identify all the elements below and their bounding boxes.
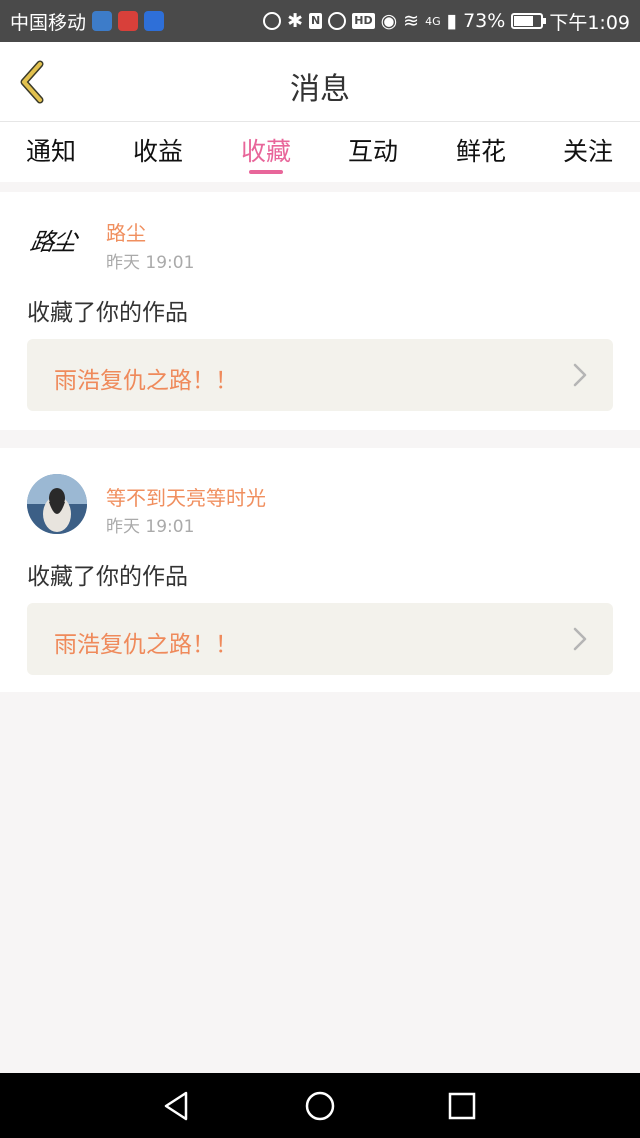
clock: 下午1:09 [549, 11, 630, 34]
back-triangle-icon[interactable] [160, 1089, 194, 1123]
avatar-photo [27, 474, 87, 534]
data-saver-icon [263, 12, 282, 30]
timestamp: 昨天 19:01 [106, 517, 195, 537]
page-title: 消息 [290, 72, 350, 107]
work-link[interactable]: 雨浩复仇之路！！ [27, 339, 613, 411]
avatar[interactable] [27, 474, 87, 534]
tab-follow[interactable]: 关注 [558, 132, 618, 168]
chevron-right-icon [573, 363, 587, 387]
tab-earnings[interactable]: 收益 [128, 132, 188, 168]
avatar[interactable]: 路尘 [27, 208, 87, 268]
avatar-calligraphy: 路尘 [28, 228, 78, 256]
tab-interaction[interactable]: 互动 [343, 132, 403, 168]
eye-icon: ◉ [380, 10, 398, 32]
tab-favorites[interactable]: 收藏 [236, 132, 296, 168]
bluetooth-icon: ✱ [287, 10, 304, 32]
work-link[interactable]: 雨浩复仇之路！！ [27, 603, 613, 675]
paw-app-icon [144, 11, 165, 31]
system-nav-bar [0, 1073, 640, 1138]
message-card: 等不到天亮等时光 昨天 19:01 收藏了你的作品 雨浩复仇之路！！ [0, 448, 640, 692]
carrier-label: 中国移动 [10, 11, 87, 34]
battery-percent: 73% [463, 10, 506, 32]
network-type: 4G [425, 14, 441, 28]
home-circle-icon[interactable] [303, 1089, 337, 1123]
tab-flowers[interactable]: 鲜花 [451, 132, 511, 168]
alarm-icon [328, 12, 347, 30]
tab-bar: 通知 收益 收藏 互动 鲜花 关注 [0, 122, 640, 182]
message-card: 路尘 路尘 昨天 19:01 收藏了你的作品 雨浩复仇之路！！ [0, 192, 640, 430]
work-title: 雨浩复仇之路！！ [54, 632, 238, 658]
status-bar: 中国移动 ✱ N HD ◉ ≋ 4G ▮ 73% 下午1:09 [0, 0, 640, 42]
chevron-right-icon [573, 627, 587, 651]
app-notification-icon [92, 11, 113, 31]
timestamp: 昨天 19:01 [106, 253, 195, 273]
username[interactable]: 路尘 [106, 217, 146, 246]
action-text: 收藏了你的作品 [27, 564, 188, 590]
news-app-icon [118, 11, 139, 31]
recent-apps-icon[interactable] [445, 1089, 479, 1123]
username[interactable]: 等不到天亮等时光 [106, 482, 266, 511]
wifi-icon: ≋ [403, 10, 420, 32]
signal-icon: ▮ [446, 10, 458, 32]
work-title: 雨浩复仇之路！！ [54, 368, 238, 394]
tab-notice[interactable]: 通知 [21, 132, 81, 168]
hd-icon: HD [352, 13, 375, 29]
battery-icon [511, 13, 547, 29]
nfc-icon: N [309, 13, 323, 29]
header: 消息 [0, 42, 640, 122]
active-tab-indicator [249, 170, 283, 174]
action-text: 收藏了你的作品 [27, 300, 188, 326]
